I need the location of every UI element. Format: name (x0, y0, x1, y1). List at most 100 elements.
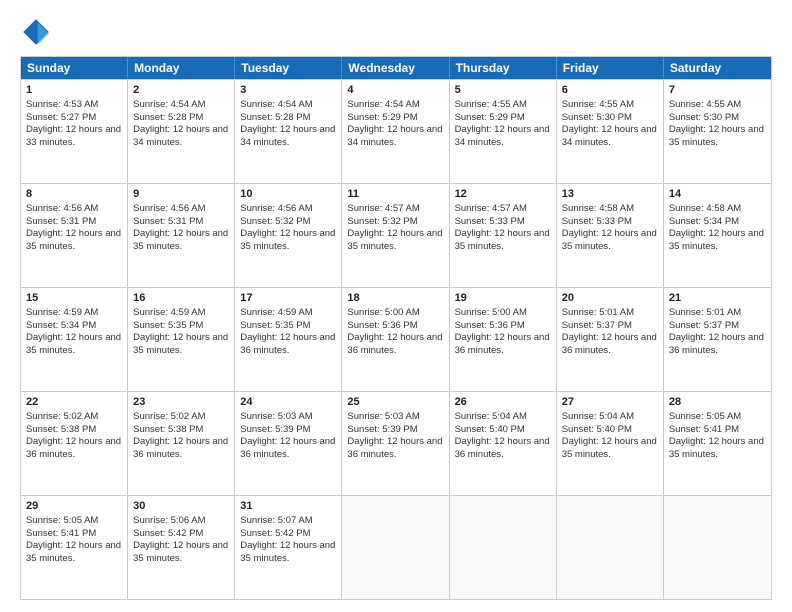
day-number: 28 (669, 395, 766, 410)
sunset-label: Sunset: 5:27 PM (26, 112, 96, 123)
sunset-label: Sunset: 5:34 PM (669, 216, 739, 227)
sunset-label: Sunset: 5:41 PM (669, 424, 739, 435)
sunrise-label: Sunrise: 4:59 AM (133, 307, 205, 318)
daylight-label: Daylight: 12 hours and 35 minutes. (669, 124, 764, 148)
calendar-header: SundayMondayTuesdayWednesdayThursdayFrid… (21, 57, 771, 79)
sunrise-label: Sunrise: 4:57 AM (347, 203, 419, 214)
sunset-label: Sunset: 5:33 PM (562, 216, 632, 227)
daylight-label: Daylight: 12 hours and 35 minutes. (347, 228, 442, 252)
daylight-label: Daylight: 12 hours and 35 minutes. (26, 228, 121, 252)
calendar-cell: 9Sunrise: 4:56 AMSunset: 5:31 PMDaylight… (128, 184, 235, 287)
calendar-cell: 30Sunrise: 5:06 AMSunset: 5:42 PMDayligh… (128, 496, 235, 599)
sunset-label: Sunset: 5:32 PM (240, 216, 310, 227)
day-number: 8 (26, 187, 122, 202)
logo (20, 16, 56, 48)
calendar-cell (450, 496, 557, 599)
calendar-row: 1Sunrise: 4:53 AMSunset: 5:27 PMDaylight… (21, 79, 771, 183)
calendar-cell: 13Sunrise: 4:58 AMSunset: 5:33 PMDayligh… (557, 184, 664, 287)
sunrise-label: Sunrise: 5:04 AM (455, 411, 527, 422)
cal-header-day: Wednesday (342, 57, 449, 79)
daylight-label: Daylight: 12 hours and 34 minutes. (133, 124, 228, 148)
sunset-label: Sunset: 5:32 PM (347, 216, 417, 227)
sunrise-label: Sunrise: 5:00 AM (347, 307, 419, 318)
day-number: 7 (669, 83, 766, 98)
sunset-label: Sunset: 5:28 PM (133, 112, 203, 123)
sunrise-label: Sunrise: 4:55 AM (669, 99, 741, 110)
sunrise-label: Sunrise: 5:01 AM (562, 307, 634, 318)
cal-header-day: Monday (128, 57, 235, 79)
sunset-label: Sunset: 5:35 PM (133, 320, 203, 331)
daylight-label: Daylight: 12 hours and 35 minutes. (562, 436, 657, 460)
sunrise-label: Sunrise: 4:59 AM (26, 307, 98, 318)
sunrise-label: Sunrise: 4:54 AM (240, 99, 312, 110)
day-number: 2 (133, 83, 229, 98)
sunrise-label: Sunrise: 4:59 AM (240, 307, 312, 318)
sunrise-label: Sunrise: 4:58 AM (669, 203, 741, 214)
sunset-label: Sunset: 5:30 PM (669, 112, 739, 123)
calendar-cell: 17Sunrise: 4:59 AMSunset: 5:35 PMDayligh… (235, 288, 342, 391)
sunrise-label: Sunrise: 5:05 AM (669, 411, 741, 422)
cal-header-day: Friday (557, 57, 664, 79)
day-number: 5 (455, 83, 551, 98)
calendar-cell: 2Sunrise: 4:54 AM Sunset: 5:28 PMDaylight… (128, 80, 235, 183)
sunrise-label: Sunrise: 5:06 AM (133, 515, 205, 526)
daylight-label: Daylight: 12 hours and 36 minutes. (347, 436, 442, 460)
sunrise-label: Sunrise: 5:00 AM (455, 307, 527, 318)
sunrise-label: Sunrise: 5:05 AM (26, 515, 98, 526)
calendar-cell: 24Sunrise: 5:03 AMSunset: 5:39 PMDayligh… (235, 392, 342, 495)
sunset-label: Sunset: 5:35 PM (240, 320, 310, 331)
calendar-cell: 21Sunrise: 5:01 AMSunset: 5:37 PMDayligh… (664, 288, 771, 391)
sunset-label: Sunset: 5:42 PM (240, 528, 310, 539)
calendar-cell (664, 496, 771, 599)
sunrise-label: Sunrise: 5:03 AM (240, 411, 312, 422)
sunset-label: Sunset: 5:36 PM (347, 320, 417, 331)
day-number: 24 (240, 395, 336, 410)
sunrise-label: Sunrise: 4:54 AM (133, 99, 205, 110)
sunrise-label: Sunrise: 4:54 AM (347, 99, 419, 110)
calendar-cell: 28Sunrise: 5:05 AMSunset: 5:41 PMDayligh… (664, 392, 771, 495)
daylight-label: Daylight: 12 hours and 35 minutes. (133, 228, 228, 252)
day-number: 9 (133, 187, 229, 202)
daylight-label: Daylight: 12 hours and 34 minutes. (455, 124, 550, 148)
sunset-label: Sunset: 5:39 PM (347, 424, 417, 435)
calendar-cell: 11Sunrise: 4:57 AMSunset: 5:32 PMDayligh… (342, 184, 449, 287)
calendar-cell: 10Sunrise: 4:56 AMSunset: 5:32 PMDayligh… (235, 184, 342, 287)
sunrise-label: Sunrise: 4:57 AM (455, 203, 527, 214)
sunset-label: Sunset: 5:39 PM (240, 424, 310, 435)
daylight-label: Daylight: 12 hours and 35 minutes. (133, 540, 228, 564)
calendar-cell: 5Sunrise: 4:55 AMSunset: 5:29 PMDaylight… (450, 80, 557, 183)
day-number: 22 (26, 395, 122, 410)
page: SundayMondayTuesdayWednesdayThursdayFrid… (0, 0, 792, 612)
daylight-label: Daylight: 12 hours and 35 minutes. (26, 332, 121, 356)
calendar-cell: 14Sunrise: 4:58 AMSunset: 5:34 PMDayligh… (664, 184, 771, 287)
sunset-label: Sunset: 5:36 PM (455, 320, 525, 331)
daylight-label: Daylight: 12 hours and 35 minutes. (240, 540, 335, 564)
sunset-label: Sunset: 5:38 PM (133, 424, 203, 435)
calendar-cell: 18Sunrise: 5:00 AMSunset: 5:36 PMDayligh… (342, 288, 449, 391)
sunset-label: Sunset: 5:28 PM (240, 112, 310, 123)
calendar-cell: 31Sunrise: 5:07 AMSunset: 5:42 PMDayligh… (235, 496, 342, 599)
daylight-label: Daylight: 12 hours and 36 minutes. (133, 436, 228, 460)
day-number: 16 (133, 291, 229, 306)
calendar-cell: 26Sunrise: 5:04 AMSunset: 5:40 PMDayligh… (450, 392, 557, 495)
calendar-cell: 25Sunrise: 5:03 AMSunset: 5:39 PMDayligh… (342, 392, 449, 495)
day-number: 4 (347, 83, 443, 98)
calendar-cell: 6Sunrise: 4:55 AMSunset: 5:30 PMDaylight… (557, 80, 664, 183)
day-number: 29 (26, 499, 122, 514)
sunrise-label: Sunrise: 4:56 AM (133, 203, 205, 214)
day-number: 21 (669, 291, 766, 306)
day-number: 27 (562, 395, 658, 410)
daylight-label: Daylight: 12 hours and 36 minutes. (455, 332, 550, 356)
sunset-label: Sunset: 5:41 PM (26, 528, 96, 539)
day-number: 3 (240, 83, 336, 98)
cal-header-day: Thursday (450, 57, 557, 79)
cal-header-day: Saturday (664, 57, 771, 79)
sunset-label: Sunset: 5:40 PM (455, 424, 525, 435)
daylight-label: Daylight: 12 hours and 35 minutes. (240, 228, 335, 252)
day-number: 14 (669, 187, 766, 202)
cal-header-day: Sunday (21, 57, 128, 79)
calendar-body: 1Sunrise: 4:53 AMSunset: 5:27 PMDaylight… (21, 79, 771, 599)
calendar-cell: 1Sunrise: 4:53 AMSunset: 5:27 PMDaylight… (21, 80, 128, 183)
sunset-label: Sunset: 5:30 PM (562, 112, 632, 123)
day-number: 20 (562, 291, 658, 306)
